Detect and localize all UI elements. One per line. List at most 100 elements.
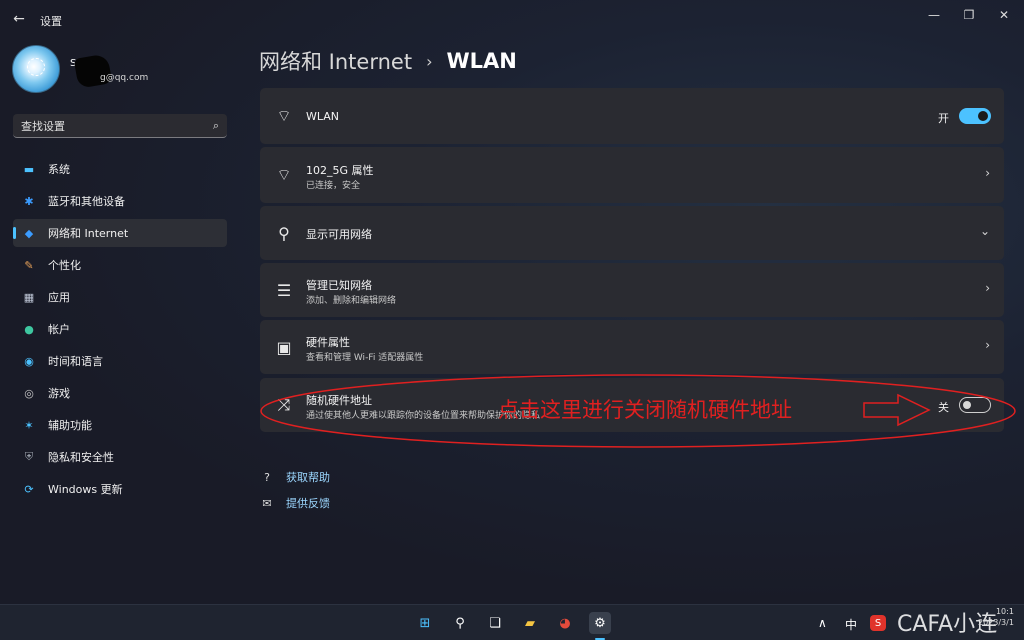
search-box[interactable]: ⌕ — [13, 114, 227, 138]
maximize-button[interactable]: ❐ — [953, 4, 985, 26]
help-icon: ? — [264, 470, 270, 484]
give-feedback-link[interactable]: ✉ 提供反馈 — [260, 490, 330, 516]
link-label: 获取帮助 — [286, 471, 330, 484]
sidebar-item-label: 辅助功能 — [48, 419, 92, 432]
sidebar-item-privacy[interactable]: ⛨ 隐私和安全性 — [13, 443, 227, 471]
sidebar-item-apps[interactable]: ▦ 应用 — [13, 283, 227, 311]
help-links: ? 获取帮助 ✉ 提供反馈 — [260, 464, 330, 516]
card-title: 显示可用网络 — [306, 228, 372, 241]
card-subtitle: 查看和管理 Wi-Fi 适配器属性 — [306, 353, 424, 363]
close-button[interactable]: ✕ — [988, 4, 1020, 26]
active-indicator — [13, 227, 16, 239]
link-label: 提供反馈 — [286, 497, 330, 510]
chevron-right-icon: › — [985, 338, 990, 352]
page-title: WLAN — [446, 49, 517, 73]
available-networks-card[interactable]: ⚲ 显示可用网络 ⌄ — [260, 206, 1004, 260]
chevron-right-icon: › — [426, 51, 433, 71]
file-explorer-button[interactable]: ▰ — [519, 612, 541, 634]
annotation-text: 点击这里进行关闭随机硬件地址 — [498, 398, 792, 422]
network-icon: ◆ — [24, 226, 34, 240]
sidebar-item-network[interactable]: ◆ 网络和 Internet — [13, 219, 227, 247]
title-bar: ← 设置 — ❐ ✕ — [0, 0, 1024, 36]
search-taskbar-button[interactable]: ⚲ — [449, 612, 471, 634]
get-help-link[interactable]: ? 获取帮助 — [260, 464, 330, 490]
dandelion-icon — [27, 58, 45, 76]
chevron-right-icon: › — [985, 166, 990, 180]
sidebar-item-accounts[interactable]: ● 帐户 — [13, 315, 227, 343]
sidebar-item-label: 网络和 Internet — [48, 227, 129, 240]
sidebar-item-label: 蓝牙和其他设备 — [48, 195, 125, 208]
wifi-secure-icon: ⌔ — [276, 165, 292, 184]
settings-taskbar-button[interactable]: ⚙ — [589, 612, 611, 634]
sidebar-item-label: 时间和语言 — [48, 355, 103, 368]
globe-clock-icon: ◉ — [24, 354, 34, 368]
toggle-knob — [963, 401, 971, 409]
brush-icon: ✎ — [24, 258, 34, 272]
sidebar-item-label: 系统 — [48, 163, 70, 176]
task-view-icon: ❏ — [489, 615, 501, 631]
sidebar-item-windows-update[interactable]: ⟳ Windows 更新 — [13, 475, 227, 503]
toggle-state-label: 开 — [938, 112, 949, 125]
card-subtitle: 已连接，安全 — [306, 181, 361, 191]
breadcrumb-parent[interactable]: 网络和 Internet — [259, 46, 412, 76]
card-title: 随机硬件地址 — [306, 394, 372, 407]
known-networks-card[interactable]: ☰ 管理已知网络 添加、删除和编辑网络 › — [260, 263, 1004, 317]
gamepad-icon: ◎ — [24, 386, 34, 400]
gear-icon: ⚙ — [594, 615, 606, 631]
settings-window: ← 设置 — ❐ ✕ S g@qq.com ⌕ ▬ 系统 ✱ 蓝牙和其他设备 ◆… — [0, 0, 1024, 604]
breadcrumb: 网络和 Internet › WLAN — [259, 46, 517, 76]
clock-time: 10:1 — [995, 607, 1014, 616]
account-icon: ● — [24, 322, 34, 336]
toggle-knob — [978, 111, 988, 121]
close-icon: ✕ — [998, 8, 1010, 22]
search-icon[interactable]: ⌕ — [213, 119, 219, 133]
sidebar-item-label: 帐户 — [48, 323, 70, 336]
ime-indicator[interactable]: 中 — [845, 616, 857, 633]
app-title: 设置 — [40, 15, 62, 28]
network-properties-card[interactable]: ⌔ 102_5G 属性 已连接，安全 › — [260, 147, 1004, 203]
sidebar-item-time-language[interactable]: ◉ 时间和语言 — [13, 347, 227, 375]
start-button[interactable]: ⊞ — [414, 612, 436, 634]
sidebar-item-accessibility[interactable]: ✶ 辅助功能 — [13, 411, 227, 439]
minimize-icon: — — [928, 8, 940, 22]
sidebar-item-gaming[interactable]: ◎ 游戏 — [13, 379, 227, 407]
folder-icon: ▰ — [525, 615, 535, 631]
back-button[interactable]: ← — [8, 8, 30, 30]
random-address-toggle[interactable] — [959, 397, 991, 413]
sidebar-item-label: 个性化 — [48, 259, 81, 272]
hardware-properties-card[interactable]: ▣ 硬件属性 查看和管理 Wi-Fi 适配器属性 › — [260, 320, 1004, 374]
redaction-scribble — [73, 53, 113, 89]
clock[interactable]: 10:1 2023/3/1 — [978, 606, 1014, 628]
accessibility-icon: ✶ — [24, 418, 34, 432]
toggle-state-label: 关 — [938, 401, 949, 414]
chevron-down-icon: ⌄ — [979, 224, 990, 238]
sidebar-item-label: 游戏 — [48, 387, 70, 400]
task-view-button[interactable]: ❏ — [484, 612, 506, 634]
chevron-right-icon: › — [985, 281, 990, 295]
monitor-icon: ▬ — [23, 162, 35, 176]
browser-button[interactable]: ◕ — [554, 612, 576, 634]
sidebar-item-system[interactable]: ▬ 系统 — [13, 155, 227, 183]
card-title: 102_5G 属性 — [306, 164, 374, 177]
sidebar-item-bluetooth[interactable]: ✱ 蓝牙和其他设备 — [13, 187, 227, 215]
restore-icon: ❐ — [963, 8, 975, 22]
update-icon: ⟳ — [24, 482, 34, 496]
wifi-icon: ⌔ — [276, 106, 292, 125]
sidebar-nav: ▬ 系统 ✱ 蓝牙和其他设备 ◆ 网络和 Internet ✎ 个性化 ▦ 应用… — [13, 155, 227, 507]
card-title: 管理已知网络 — [306, 279, 372, 292]
bluetooth-icon: ✱ — [24, 194, 34, 208]
sidebar-item-personalization[interactable]: ✎ 个性化 — [13, 251, 227, 279]
antenna-icon: ⚲ — [278, 223, 290, 243]
wlan-toggle[interactable] — [959, 108, 991, 124]
taskbar: ⊞ ⚲ ❏ ▰ ◕ ⚙ ∧ 中 S — [0, 604, 1024, 640]
list-icon: ☰ — [276, 280, 292, 300]
search-input[interactable] — [21, 118, 201, 134]
shuffle-icon: ⤨ — [277, 395, 291, 414]
sogou-ime-icon[interactable]: S — [870, 615, 886, 631]
clock-date: 2023/3/1 — [978, 618, 1014, 627]
avatar[interactable] — [12, 45, 60, 93]
tray-overflow-icon[interactable]: ∧ — [818, 616, 827, 630]
minimize-button[interactable]: — — [918, 4, 950, 26]
user-email: g@qq.com — [100, 73, 149, 83]
sidebar-item-label: 应用 — [48, 291, 70, 304]
